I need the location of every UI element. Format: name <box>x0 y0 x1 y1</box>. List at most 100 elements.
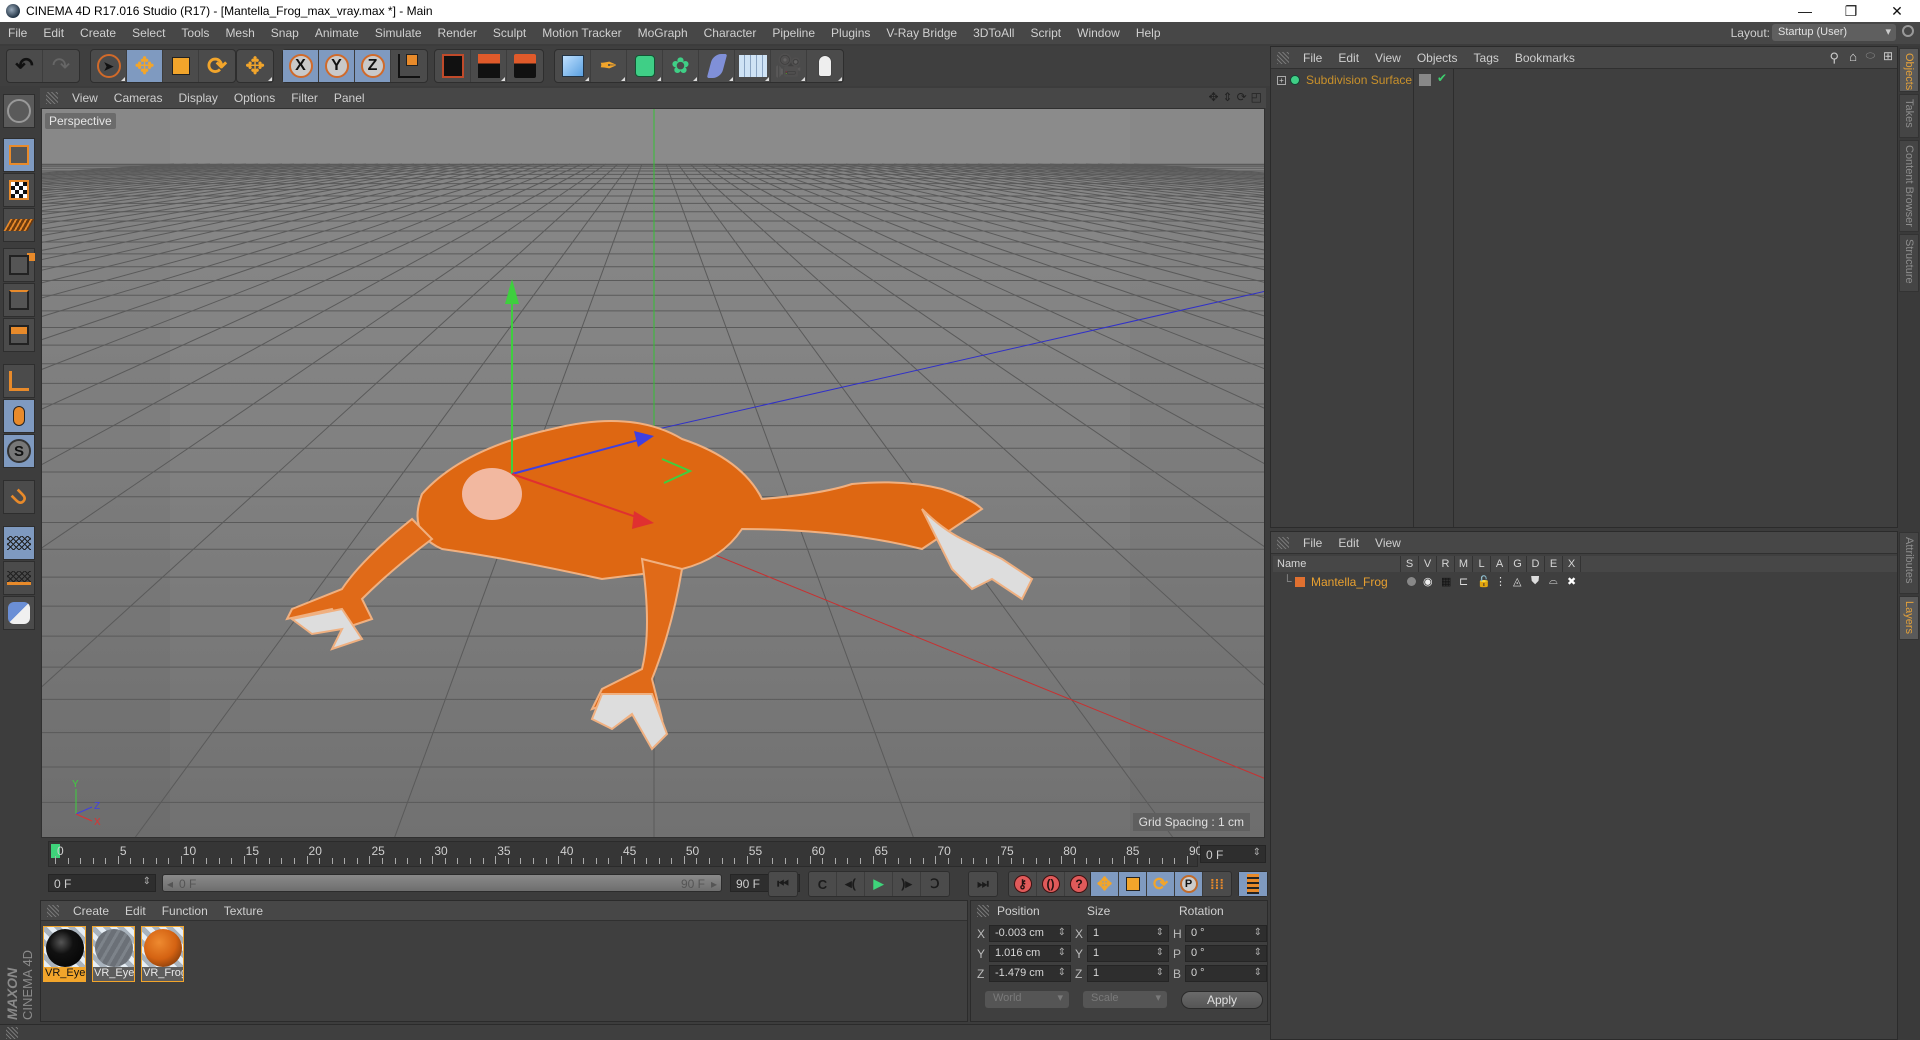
tab-structure[interactable]: Structure <box>1899 234 1919 292</box>
menu-plugins[interactable]: Plugins <box>823 26 878 40</box>
pan-icon[interactable]: ✥ <box>1208 90 1218 104</box>
viewport-menu-cameras[interactable]: Cameras <box>106 91 171 105</box>
model-mode-button[interactable] <box>3 138 35 172</box>
timeline-window-button[interactable] <box>1239 872 1267 896</box>
polygons-mode-button[interactable] <box>3 318 35 352</box>
animation-icon[interactable]: ⋮ <box>1495 575 1506 588</box>
y-axis-button[interactable]: Y <box>319 50 355 82</box>
viewport-menu-options[interactable]: Options <box>226 91 283 105</box>
key-pla-button[interactable]: ⁞⁞⁞ <box>1203 872 1231 896</box>
position-y-field[interactable]: 1.016 cm <box>989 945 1071 962</box>
expand-icon[interactable]: + <box>1277 75 1286 85</box>
object-name[interactable]: Subdivision Surface <box>1306 73 1412 87</box>
render-picture-viewer-button[interactable] <box>471 50 507 82</box>
render-settings-button[interactable] <box>507 50 543 82</box>
viewport-menu-filter[interactable]: Filter <box>283 91 326 105</box>
step-forward-button[interactable]: )▸ <box>893 872 921 896</box>
layer-name[interactable]: Mantella_Frog <box>1311 575 1388 589</box>
rotation-b-field[interactable]: 0 ° <box>1185 965 1267 982</box>
col-solo[interactable]: S <box>1401 556 1419 572</box>
material-menu-texture[interactable]: Texture <box>216 904 271 918</box>
toggle-icon[interactable]: ⬭ <box>1866 50 1875 63</box>
go-to-start-button[interactable]: ⏮ <box>769 872 797 896</box>
solo-icon[interactable] <box>1407 577 1416 586</box>
objects-menu-objects[interactable]: Objects <box>1409 51 1466 65</box>
render-clapper-icon[interactable]: ▦ <box>1441 575 1451 588</box>
search-icon[interactable] <box>1902 25 1914 37</box>
tab-layers[interactable]: Layers <box>1899 596 1919 640</box>
edges-mode-button[interactable] <box>3 283 35 317</box>
objects-menu-tags[interactable]: Tags <box>1466 51 1507 65</box>
key-parameter-button[interactable]: P <box>1175 872 1203 896</box>
rotate-tool-button[interactable]: ⟳ <box>199 50 235 82</box>
camera-button[interactable]: 🎥 <box>771 50 807 82</box>
key-rotation-button[interactable]: ⟳ <box>1147 872 1175 896</box>
menu-script[interactable]: Script <box>1022 26 1069 40</box>
points-mode-button[interactable] <box>3 248 35 282</box>
lock-workplane-button[interactable] <box>3 526 35 560</box>
deformers-icon[interactable]: ⛊ <box>1531 575 1539 588</box>
play-button[interactable]: ▶ <box>865 872 893 896</box>
axis-mode-button[interactable] <box>3 364 35 398</box>
deformer-button[interactable] <box>699 50 735 82</box>
key-scale-button[interactable] <box>1119 872 1147 896</box>
apply-button[interactable]: Apply <box>1181 991 1263 1009</box>
material-menu-edit[interactable]: Edit <box>117 904 154 918</box>
redo-button[interactable]: ↷ <box>43 50 79 82</box>
coordinate-system-button[interactable] <box>391 50 427 82</box>
size-mode-dropdown[interactable]: Scale <box>1083 991 1167 1008</box>
search-icon[interactable]: ⚲ <box>1829 50 1839 66</box>
layers-menu-file[interactable]: File <box>1295 536 1330 550</box>
3d-viewport[interactable]: Y Z X Perspective Grid Spacing : 1 cm <box>41 108 1265 838</box>
texture-mode-button[interactable] <box>3 173 35 207</box>
menu-pipeline[interactable]: Pipeline <box>764 26 823 40</box>
python-button[interactable] <box>3 596 35 630</box>
step-back-button[interactable]: ◂( <box>837 872 865 896</box>
col-manager[interactable]: M <box>1455 556 1473 572</box>
start-frame-field[interactable]: 0 F <box>48 874 156 892</box>
tab-attributes[interactable]: Attributes <box>1899 532 1919 594</box>
objects-menu-bookmarks[interactable]: Bookmarks <box>1507 51 1583 65</box>
grip-handle[interactable] <box>47 904 59 917</box>
tab-content-browser[interactable]: Content Browser <box>1899 140 1919 232</box>
menu-character[interactable]: Character <box>696 26 765 40</box>
layers-menu-view[interactable]: View <box>1367 536 1409 550</box>
enabled-check-icon[interactable]: ✔ <box>1437 71 1447 85</box>
generators-icon[interactable]: ◬ <box>1513 575 1521 588</box>
next-key-button[interactable]: Ↄ <box>921 872 949 896</box>
render-view-button[interactable] <box>435 50 471 82</box>
snap-button[interactable]: S <box>3 434 35 468</box>
menu-edit[interactable]: Edit <box>35 26 72 40</box>
cube-button[interactable] <box>555 50 591 82</box>
menu-help[interactable]: Help <box>1128 26 1169 40</box>
col-view[interactable]: V <box>1419 556 1437 572</box>
manager-icon[interactable]: ⊏ <box>1459 575 1468 588</box>
layout-dropdown[interactable]: Startup (User) <box>1772 24 1896 41</box>
home-icon[interactable]: ⌂ <box>1849 49 1857 64</box>
light-button[interactable] <box>807 50 843 82</box>
objects-menu-file[interactable]: File <box>1295 51 1330 65</box>
select-tool-button[interactable]: ➤ <box>91 50 127 82</box>
floor-button[interactable] <box>735 50 771 82</box>
objects-menu-view[interactable]: View <box>1367 51 1409 65</box>
col-animation[interactable]: A <box>1491 556 1509 572</box>
timeline-ruler[interactable]: 0 5 10 15 20 25 30 35 40 45 50 55 60 65 70 75 80 85 90 <box>48 841 1202 867</box>
col-deformers[interactable]: D <box>1527 556 1545 572</box>
grip-handle[interactable] <box>46 92 58 104</box>
prev-key-button[interactable]: C <box>809 872 837 896</box>
grip-handle[interactable] <box>1277 51 1289 64</box>
position-x-field[interactable]: -0.003 cm <box>989 925 1071 942</box>
tab-objects[interactable]: Objects <box>1899 48 1919 92</box>
material-menu-function[interactable]: Function <box>154 904 216 918</box>
coordinate-space-dropdown[interactable]: World <box>985 991 1069 1008</box>
z-axis-button[interactable]: Z <box>355 50 391 82</box>
live-select-move-button[interactable]: ✥ <box>237 50 273 82</box>
subdivision-surface-button[interactable] <box>627 50 663 82</box>
menu-simulate[interactable]: Simulate <box>367 26 430 40</box>
x-axis-button[interactable]: X <box>283 50 319 82</box>
objects-menu-edit[interactable]: Edit <box>1330 51 1367 65</box>
col-render[interactable]: R <box>1437 556 1455 572</box>
menu-window[interactable]: Window <box>1069 26 1128 40</box>
menu-create[interactable]: Create <box>72 26 124 40</box>
close-button[interactable]: ✕ <box>1874 0 1920 22</box>
